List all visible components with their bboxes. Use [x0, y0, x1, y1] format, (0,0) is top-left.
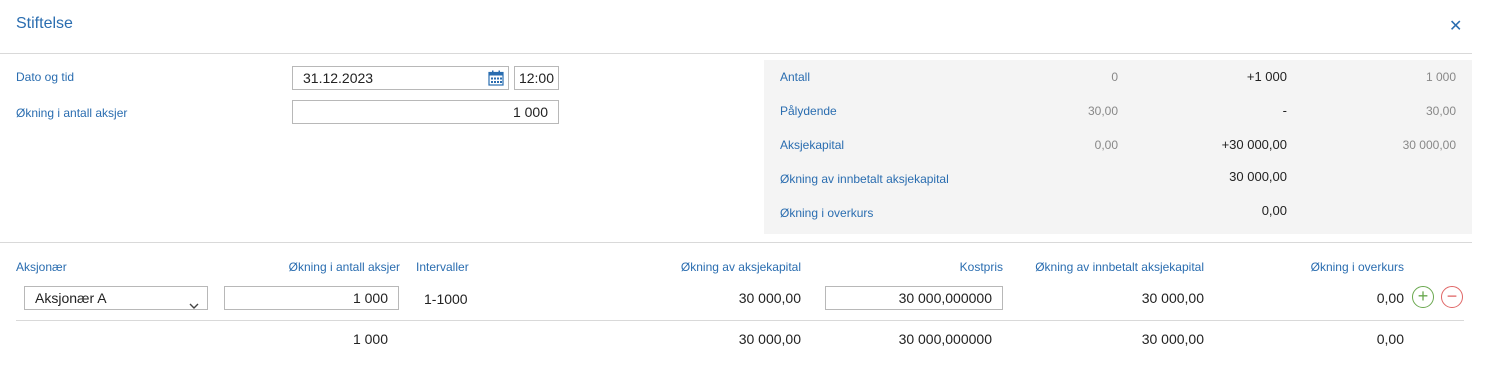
header-shareholder: Aksjonær: [16, 260, 67, 274]
total-increase: 1 000: [352, 331, 388, 347]
summary-change-overkurs: 0,00: [1261, 203, 1287, 218]
row-cost-input[interactable]: 30 000,000000: [825, 286, 1003, 310]
summary-after-aksjekapital: 30 000,00: [1402, 138, 1456, 152]
header-premium: Økning i overkurs: [1310, 260, 1404, 274]
summary-change-palydende: -: [1282, 103, 1287, 118]
date-value: 31.12.2023: [303, 70, 374, 86]
summary-label-antall: Antall: [780, 70, 811, 84]
summary-label-palydende: Pålydende: [780, 104, 837, 118]
row-increase-value: 1 000: [352, 290, 388, 306]
summary-label-innbetalt: Økning av innbetalt aksjekapital: [780, 172, 949, 186]
row-cost-value: 30 000,000000: [898, 290, 992, 306]
summary-before-aksjekapital: 0,00: [1094, 138, 1118, 152]
summary-label-overkurs: Økning i overkurs: [780, 206, 874, 220]
summary-label-aksjekapital: Aksjekapital: [780, 138, 845, 152]
close-icon[interactable]: ✕: [1449, 16, 1462, 36]
total-premium: 0,00: [1376, 331, 1404, 347]
summary-before-antall: 0: [1111, 70, 1118, 84]
row-capital-increase: 30 000,00: [738, 290, 801, 306]
plus-icon: +: [1417, 286, 1429, 306]
summary-change-antall: +1 000: [1246, 69, 1287, 84]
header-intervals: Intervaller: [416, 260, 469, 274]
row-paid-increase: 30 000,00: [1141, 290, 1204, 306]
increase-label: Økning i antall aksjer: [16, 106, 128, 120]
header-cost: Kostpris: [959, 260, 1003, 274]
section-divider: [0, 242, 1472, 243]
summary-after-antall: 1 000: [1425, 70, 1456, 84]
calendar-icon[interactable]: [488, 70, 504, 86]
total-cost: 30 000,000000: [898, 331, 992, 347]
totals-divider: [16, 320, 1464, 321]
header-divider: [0, 53, 1472, 54]
date-input[interactable]: 31.12.2023: [292, 66, 509, 90]
summary-panel: Antall 0 +1 000 1 000 Pålydende 30,00 - …: [764, 60, 1472, 234]
increase-input[interactable]: 1 000: [292, 100, 559, 124]
time-input[interactable]: 12:00: [514, 66, 559, 90]
increase-value: 1 000: [512, 104, 548, 120]
remove-row-button[interactable]: −: [1441, 286, 1463, 308]
total-capital-increase: 30 000,00: [738, 331, 801, 347]
row-premium: 0,00: [1376, 290, 1404, 306]
row-intervals: 1-1000: [424, 291, 468, 307]
row-increase-input[interactable]: 1 000: [224, 286, 399, 310]
summary-change-innbetalt: 30 000,00: [1229, 169, 1287, 184]
chevron-down-icon[interactable]: [189, 294, 199, 316]
summary-after-palydende: 30,00: [1425, 104, 1456, 118]
date-label: Dato og tid: [16, 70, 75, 84]
dialog-title: Stiftelse: [16, 15, 73, 32]
shareholder-select[interactable]: Aksjonær A: [24, 286, 208, 310]
total-paid-increase: 30 000,00: [1141, 331, 1204, 347]
header-capital-increase: Økning av aksjekapital: [680, 260, 801, 274]
shareholder-value: Aksjonær A: [35, 290, 107, 306]
time-value: 12:00: [518, 70, 555, 86]
add-row-button[interactable]: +: [1412, 286, 1434, 308]
summary-change-aksjekapital: +30 000,00: [1221, 137, 1287, 152]
minus-icon: −: [1446, 286, 1458, 306]
header-increase: Økning i antall aksjer: [288, 260, 400, 274]
header-paid-increase: Økning av innbetalt aksjekapital: [1035, 260, 1204, 274]
summary-before-palydende: 30,00: [1087, 104, 1118, 118]
